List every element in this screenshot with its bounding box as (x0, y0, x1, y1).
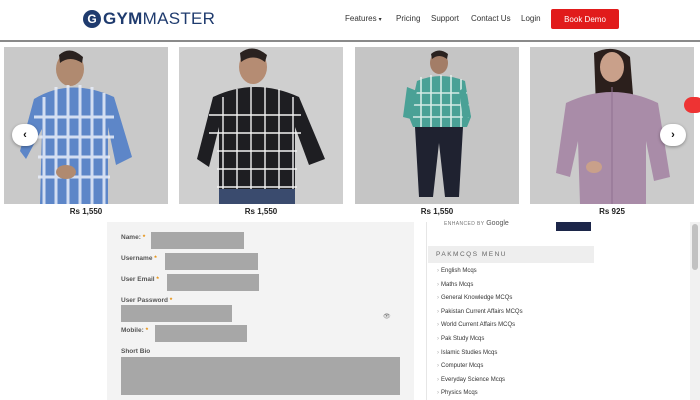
menu-item[interactable]: › Computer Mcqs (437, 363, 483, 369)
gymmaster-logo[interactable]: G GYMMASTER (83, 9, 215, 29)
menu-item[interactable]: › Everyday Science Mcqs (437, 377, 505, 383)
short-bio-label: Short Bio (121, 348, 151, 355)
page: G GYMMASTER Features ▾ Pricing Support Co… (0, 0, 700, 400)
logo-prefix: GYM (103, 9, 143, 28)
product-card-2[interactable] (179, 47, 343, 204)
nav-login[interactable]: Login (521, 14, 541, 23)
product-carousel: Rs 1,550 Rs 1,550 Rs 1,550 Rs 925 ‹ › (0, 44, 700, 220)
short-bio-textarea[interactable] (121, 357, 400, 395)
carousel-prev-button[interactable]: ‹ (12, 124, 38, 146)
menu-item[interactable]: › Islamic Studies Mcqs (437, 350, 497, 356)
product-card-3[interactable] (355, 47, 519, 204)
book-demo-button[interactable]: Book Demo (551, 9, 619, 29)
menu-item[interactable]: › Pak Study Mcqs (437, 336, 484, 342)
product-price-2: Rs 1,550 (244, 207, 278, 216)
menu-item[interactable]: › Physics Mcqs (437, 390, 478, 396)
name-field[interactable] (151, 232, 244, 249)
menu-item[interactable]: › Pakistan Current Affairs MCQs (437, 309, 523, 315)
floating-action-tab[interactable] (684, 97, 700, 113)
logo-text: GYMMASTER (103, 9, 215, 29)
user-email-label: User Email * (121, 276, 159, 283)
user-email-field[interactable] (167, 274, 259, 291)
product-price-4: Rs 925 (599, 207, 625, 216)
logo-suffix: MASTER (142, 9, 216, 28)
product-image (179, 47, 343, 204)
menu-title: PAKMCQS MENU (436, 251, 507, 258)
menu-item[interactable]: › Maths Mcqs (437, 282, 473, 288)
nav-support[interactable]: Support (431, 14, 459, 23)
chevron-left-icon: ‹ (23, 129, 27, 141)
user-password-label: User Password * (121, 297, 173, 304)
username-field[interactable] (165, 253, 258, 270)
product-price-1: Rs 1,550 (69, 207, 103, 216)
eye-icon[interactable]: 👁 (383, 313, 391, 320)
logo-mark-icon: G (83, 10, 101, 28)
carousel-next-button[interactable]: › (660, 124, 686, 146)
product-price-3: Rs 1,550 (420, 207, 454, 216)
username-label: Username * (121, 255, 157, 262)
nav-contact-us[interactable]: Contact Us (471, 14, 511, 23)
scrollbar-thumb[interactable] (692, 224, 698, 270)
menu-item[interactable]: › General Knowledge MCQs (437, 295, 512, 301)
mobile-label: Mobile: * (121, 327, 149, 334)
name-label: Name: * (121, 234, 146, 241)
site-header: G GYMMASTER Features ▾ Pricing Support Co… (0, 0, 700, 42)
product-image (355, 47, 519, 204)
menu-item[interactable]: › English Mcqs (437, 268, 477, 274)
nav-pricing[interactable]: Pricing (396, 14, 420, 23)
chevron-right-icon: › (671, 129, 675, 141)
nav-features[interactable]: Features ▾ (345, 14, 382, 23)
search-button[interactable] (556, 222, 591, 231)
chevron-down-icon: ▾ (378, 17, 382, 23)
google-search-badge: ENHANCED BY Google (444, 220, 509, 227)
mobile-field[interactable] (155, 325, 247, 342)
menu-item[interactable]: › World Current Affairs MCQs (437, 322, 515, 328)
nav-features-label: Features (345, 14, 377, 23)
user-password-field[interactable] (121, 305, 232, 322)
